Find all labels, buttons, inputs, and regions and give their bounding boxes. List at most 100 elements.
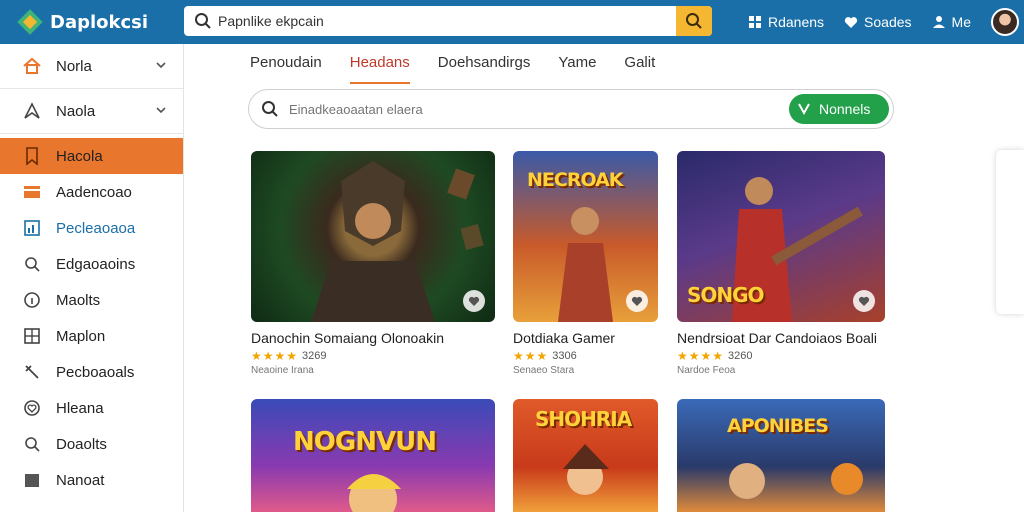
game-thumbnail[interactable] xyxy=(251,151,495,322)
thumbnail-title: NECROAK xyxy=(527,169,624,191)
search-icon xyxy=(686,13,702,29)
sidebar-item-maplon[interactable]: Maplon xyxy=(0,318,183,354)
divider xyxy=(0,133,183,134)
content-search-bar: Nonnels xyxy=(248,89,894,129)
game-meta: Senaeo Stara xyxy=(513,365,575,376)
chevron-down-icon xyxy=(156,107,166,114)
favorite-icon[interactable] xyxy=(853,290,875,312)
tab-penoudain[interactable]: Penoudain xyxy=(250,54,322,84)
top-link-label: Soades xyxy=(864,14,912,30)
game-thumbnail[interactable]: APONIBES xyxy=(677,399,885,512)
brand[interactable]: Daplokcsi xyxy=(16,8,176,36)
map-icon xyxy=(24,328,40,344)
rating-count: 3306 xyxy=(552,350,577,362)
sidebar-item-label: Nanoat xyxy=(56,471,105,489)
sidebar-item-label: Edgaoaoins xyxy=(56,255,136,273)
thumbnail-title: APONIBES xyxy=(727,415,829,437)
tab-doehsandirgs[interactable]: Doehsandirgs xyxy=(438,54,531,84)
sidebar-item-label: Aadencoao xyxy=(56,183,132,201)
tab-headans[interactable]: Headans xyxy=(349,54,410,84)
sidebar-item-label: Hleana xyxy=(56,399,104,417)
game-thumbnail[interactable]: NECROAK xyxy=(513,151,658,322)
game-thumbnail[interactable]: SONGO xyxy=(677,151,885,322)
sidebar-item-pecboaoals[interactable]: Pecboaoals xyxy=(0,354,183,390)
home-icon xyxy=(23,57,41,74)
top-bar: Daplokcsi Rdanens Soades Me xyxy=(0,0,1024,44)
brand-name: Daplokcsi xyxy=(50,11,149,33)
game-card[interactable]: NOGNVUN xyxy=(251,399,495,512)
side-panel-edge[interactable] xyxy=(996,150,1024,314)
game-meta: Nardoe Feoa xyxy=(677,365,736,376)
favorite-icon[interactable] xyxy=(626,290,648,312)
tab-galit[interactable]: Galit xyxy=(624,54,655,84)
compass-icon xyxy=(24,102,40,119)
game-card[interactable]: Danochin Somaiang Olonoakin ★★★★ 3269 Nea… xyxy=(251,151,495,376)
top-link-soades[interactable]: Soades xyxy=(844,14,912,30)
star-rating: ★★★★ xyxy=(251,349,299,363)
sidebar-item-hacola[interactable]: Hacola xyxy=(0,138,183,174)
folder-icon xyxy=(25,474,39,487)
sidebar-item-pecleaoaoa[interactable]: Pecleaoaoa xyxy=(0,210,183,246)
top-search-input[interactable] xyxy=(184,6,676,36)
top-link-label: Me xyxy=(951,14,971,30)
sidebar-item-edgaoaoins[interactable]: Edgaoaoins xyxy=(0,246,183,282)
game-title: Dotdiaka Gamer xyxy=(513,330,615,346)
chevron-down-icon xyxy=(156,62,166,69)
favorite-icon[interactable] xyxy=(463,290,485,312)
game-thumbnail[interactable]: SHOHRIA xyxy=(513,399,658,512)
top-link-rdanens[interactable]: Rdanens xyxy=(748,14,824,30)
sidebar-item-maolts[interactable]: Maolts xyxy=(0,282,183,318)
game-card[interactable]: SHOHRIA xyxy=(513,399,658,512)
nonnels-button[interactable]: Nonnels xyxy=(789,94,889,124)
divider xyxy=(0,88,183,89)
logo-icon xyxy=(16,8,44,36)
heart-icon xyxy=(844,17,858,28)
sidebar-item-label: Pecleaoaoa xyxy=(56,219,136,237)
game-card[interactable]: APONIBES xyxy=(677,399,885,512)
game-card[interactable]: NECROAK Dotdiaka Gamer ★★★ 3306 Senaeo St… xyxy=(513,151,658,376)
sidebar: Norla Naola Hacola Aadencoao Pecleaoaoa … xyxy=(0,44,184,512)
top-link-me[interactable]: Me xyxy=(932,14,971,30)
sidebar-item-aadencoao[interactable]: Aadencoao xyxy=(0,174,183,210)
sidebar-item-label: Hacola xyxy=(56,147,103,165)
avatar[interactable] xyxy=(990,8,1019,36)
star-rating: ★★★ xyxy=(513,349,549,363)
card-icon xyxy=(24,186,40,198)
sidebar-item-label: Naola xyxy=(56,102,96,120)
grid-icon xyxy=(749,16,761,28)
thumbnail-title: SHOHRIA xyxy=(535,407,632,431)
sidebar-item-nanoat[interactable]: Nanoat xyxy=(0,462,183,498)
sidebar-item-label: Maplon xyxy=(56,327,106,345)
sidebar-item-label: Maolts xyxy=(56,291,101,309)
nonnels-button-label: Nonnels xyxy=(819,101,871,117)
game-thumbnail[interactable]: NOGNVUN xyxy=(251,399,495,512)
game-card[interactable]: SONGO Nendrsioat Dar Candoiaos Boali ★★★… xyxy=(677,151,885,376)
search-button[interactable] xyxy=(676,6,712,36)
rating-count: 3260 xyxy=(728,350,753,362)
thumbnail-title: SONGO xyxy=(687,283,765,307)
search-icon xyxy=(194,12,212,35)
tab-yame[interactable]: Yame xyxy=(558,54,596,84)
warrior-illustration xyxy=(311,161,484,322)
sidebar-item-norla[interactable]: Norla xyxy=(0,48,183,84)
person-icon xyxy=(932,16,945,28)
arrow-icon xyxy=(789,94,819,124)
top-search-bar xyxy=(184,6,712,36)
top-link-label: Rdanens xyxy=(768,14,825,30)
game-meta: Neaoine Irana xyxy=(251,365,314,376)
chart-icon xyxy=(24,220,40,236)
rating-count: 3269 xyxy=(302,350,327,362)
game-title: Nendrsioat Dar Candoiaos Boali xyxy=(677,330,877,346)
thumbnail-title: NOGNVUN xyxy=(293,427,437,457)
sidebar-item-hleana[interactable]: Hleana xyxy=(0,390,183,426)
sidebar-item-label: Norla xyxy=(56,57,92,75)
sidebar-item-doaolts[interactable]: Doaolts xyxy=(0,426,183,462)
game-rating: ★★★★ 3260 xyxy=(677,349,885,363)
sidebar-item-label: Pecboaoals xyxy=(56,363,135,381)
game-rating: ★★★ 3306 xyxy=(513,349,658,363)
tab-bar: Penoudain Headans Doehsandirgs Yame Gali… xyxy=(250,54,655,84)
search-icon xyxy=(25,437,40,452)
bookmark-icon xyxy=(26,147,38,166)
content-search-input[interactable] xyxy=(289,101,789,117)
sidebar-item-naola[interactable]: Naola xyxy=(0,93,183,129)
